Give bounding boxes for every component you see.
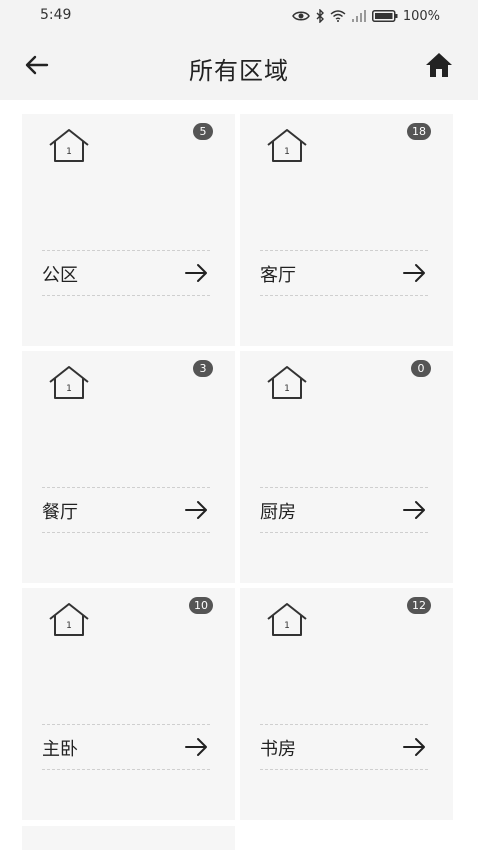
area-name: 书房: [260, 739, 296, 760]
device-count-badge: 12: [407, 597, 431, 614]
area-name: 餐厅: [42, 502, 78, 523]
area-name: 主卧: [42, 739, 78, 760]
area-tile[interactable]: 1 0 厨房: [240, 351, 453, 583]
device-count-badge: 0: [411, 360, 431, 377]
device-count-badge: 5: [193, 123, 213, 140]
area-row: 书房: [260, 724, 428, 770]
area-tile[interactable]: 1 10 主卧: [22, 588, 235, 820]
area-row: 餐厅: [42, 487, 210, 533]
arrow-right-icon: [403, 501, 425, 519]
svg-text:1: 1: [66, 384, 72, 394]
device-count-badge: 18: [407, 123, 431, 140]
arrow-right-icon: [403, 738, 425, 756]
device-count-badge: 10: [189, 597, 213, 614]
svg-text:1: 1: [284, 384, 290, 394]
area-tile[interactable]: 1 18 客厅: [240, 114, 453, 346]
eye-icon: [291, 11, 310, 21]
page-title: 所有区域: [189, 57, 289, 85]
battery-percent: 100%: [402, 8, 440, 24]
status-icons: 100%: [291, 6, 440, 26]
bluetooth-icon: [316, 9, 324, 23]
arrow-right-icon: [185, 738, 207, 756]
status-time: 5:49: [40, 7, 72, 23]
area-tile[interactable]: 1 3 餐厅: [22, 351, 235, 583]
area-tile-partial[interactable]: [22, 826, 235, 850]
battery-icon: [371, 10, 398, 22]
svg-text:1: 1: [284, 147, 290, 157]
house-icon: 1: [49, 129, 89, 162]
area-row: 厨房: [260, 487, 428, 533]
status-bar: 5:49 100%: [0, 0, 478, 32]
svg-text:1: 1: [66, 621, 72, 631]
area-row: 公区: [42, 250, 210, 296]
area-row: 客厅: [260, 250, 428, 296]
area-row: 主卧: [42, 724, 210, 770]
house-icon: 1: [267, 366, 307, 399]
area-name: 厨房: [260, 502, 296, 523]
area-tile[interactable]: 1 12 书房: [240, 588, 453, 820]
signal-icon: [351, 10, 366, 22]
arrow-right-icon: [403, 264, 425, 282]
area-name: 客厅: [260, 265, 296, 286]
device-count-badge: 3: [193, 360, 213, 377]
area-grid: 1 5 公区 1 18 客厅 1 3 餐厅 1 0 厨房 1 10 主卧 1 1…: [0, 100, 478, 850]
arrow-right-icon: [185, 501, 207, 519]
app-bar: 所有区域: [0, 32, 478, 100]
area-tile[interactable]: 1 5 公区: [22, 114, 235, 346]
house-icon: 1: [267, 603, 307, 636]
wifi-icon: [330, 10, 346, 22]
svg-text:1: 1: [66, 147, 72, 157]
house-icon: 1: [49, 603, 89, 636]
house-icon: 1: [267, 129, 307, 162]
arrow-right-icon: [185, 264, 207, 282]
svg-text:1: 1: [284, 621, 290, 631]
area-name: 公区: [42, 265, 78, 286]
home-button[interactable]: [424, 51, 454, 79]
house-icon: 1: [49, 366, 89, 399]
home-icon: [426, 53, 452, 77]
